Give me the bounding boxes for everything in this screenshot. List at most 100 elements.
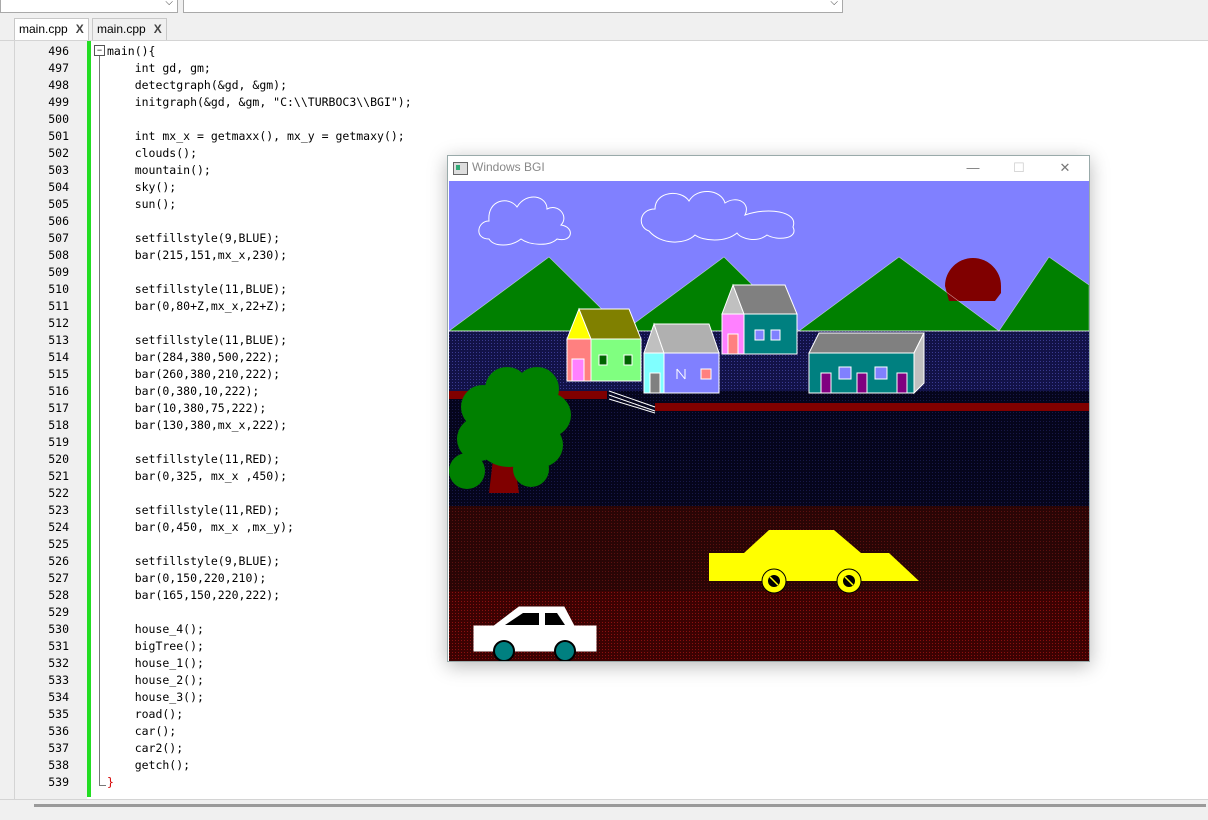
line-number: 498: [48, 78, 69, 92]
code-line[interactable]: int mx_x = getmaxx(), mx_y = getmaxy();: [107, 128, 405, 145]
code-line[interactable]: }: [107, 774, 114, 791]
road-divider-right: [655, 403, 1089, 411]
line-number: 511: [48, 299, 69, 313]
line-number: 506: [48, 214, 69, 228]
house-4: [808, 332, 925, 395]
code-line[interactable]: setfillstyle(11,BLUE);: [107, 332, 287, 349]
line-number: 519: [48, 435, 69, 449]
bgi-scene-canvas: [449, 181, 1089, 661]
horizontal-scrollbar[interactable]: [0, 799, 1208, 820]
code-line[interactable]: setfillstyle(11,RED);: [107, 451, 280, 468]
code-line[interactable]: bar(165,150,220,222);: [107, 587, 280, 604]
bgi-graphics-window[interactable]: Windows BGI — ☐ ✕: [447, 155, 1090, 662]
line-number: 535: [48, 707, 69, 721]
house-1: [566, 307, 642, 382]
line-number: 533: [48, 673, 69, 687]
window-app-icon: [453, 162, 468, 175]
code-line[interactable]: house_3();: [107, 689, 204, 706]
code-line[interactable]: sky();: [107, 179, 177, 196]
tab-main-cpp-2[interactable]: main.cpp X: [92, 18, 167, 40]
code-line[interactable]: bar(284,380,500,222);: [107, 349, 280, 366]
line-number: 518: [48, 418, 69, 432]
line-number: 539: [48, 775, 69, 789]
line-number: 505: [48, 197, 69, 211]
code-line[interactable]: house_2();: [107, 672, 204, 689]
maximize-button[interactable]: ☐: [997, 158, 1041, 178]
code-line[interactable]: initgraph(&gd, &gm, "C:\\TURBOC3\\BGI");: [107, 94, 412, 111]
editor-left-margin: [0, 41, 15, 799]
tab-main-cpp-1[interactable]: main.cpp X: [14, 18, 89, 40]
code-line[interactable]: int gd, gm;: [107, 60, 211, 77]
function-combo[interactable]: ⌵: [183, 0, 843, 13]
line-number: 520: [48, 452, 69, 466]
line-number: 516: [48, 384, 69, 398]
line-number: 502: [48, 146, 69, 160]
fold-guide: [99, 56, 100, 786]
line-number: 515: [48, 367, 69, 381]
tab-label: main.cpp: [97, 22, 146, 36]
code-line[interactable]: bar(215,151,mx_x,230);: [107, 247, 287, 264]
code-line[interactable]: bar(0,450, mx_x ,mx_y);: [107, 519, 294, 536]
code-line[interactable]: setfillstyle(9,BLUE);: [107, 553, 280, 570]
line-number: 525: [48, 537, 69, 551]
line-number: 532: [48, 656, 69, 670]
line-number: 507: [48, 231, 69, 245]
line-number: 527: [48, 571, 69, 585]
code-line[interactable]: setfillstyle(11,RED);: [107, 502, 280, 519]
code-line[interactable]: setfillstyle(9,BLUE);: [107, 230, 280, 247]
code-line[interactable]: setfillstyle(11,BLUE);: [107, 281, 287, 298]
line-number: 517: [48, 401, 69, 415]
code-line[interactable]: detectgraph(&gd, &gm);: [107, 77, 287, 94]
fold-toggle-icon[interactable]: −: [94, 45, 105, 56]
code-line[interactable]: bar(0,80+Z,mx_x,22+Z);: [107, 298, 287, 315]
line-number: 538: [48, 758, 69, 772]
house-2: [643, 322, 720, 394]
code-line[interactable]: main(){: [107, 43, 155, 60]
line-number: 504: [48, 180, 69, 194]
minimize-button[interactable]: —: [951, 158, 995, 178]
top-toolbar: ⌵ ⌵: [0, 0, 1208, 16]
close-tab-icon[interactable]: X: [154, 22, 162, 36]
code-line[interactable]: getch();: [107, 757, 190, 774]
line-number: 528: [48, 588, 69, 602]
line-number: 512: [48, 316, 69, 330]
code-line[interactable]: car2();: [107, 740, 183, 757]
bgi-title-bar[interactable]: Windows BGI — ☐ ✕: [448, 156, 1089, 181]
code-line[interactable]: house_4();: [107, 621, 204, 638]
close-tab-icon[interactable]: X: [76, 22, 84, 36]
code-line[interactable]: house_1();: [107, 655, 204, 672]
line-number: 522: [48, 486, 69, 500]
line-number: 513: [48, 333, 69, 347]
code-line[interactable]: mountain();: [107, 162, 211, 179]
code-line[interactable]: bar(0,325, mx_x ,450);: [107, 468, 287, 485]
code-line[interactable]: car();: [107, 723, 177, 740]
close-window-button[interactable]: ✕: [1043, 158, 1087, 178]
code-line[interactable]: bar(10,380,75,222);: [107, 400, 267, 417]
code-line[interactable]: sun();: [107, 196, 177, 213]
code-line[interactable]: bigTree();: [107, 638, 204, 655]
house-3: [721, 283, 798, 355]
line-number: 536: [48, 724, 69, 738]
line-number: 537: [48, 741, 69, 755]
line-number: 526: [48, 554, 69, 568]
line-number: 510: [48, 282, 69, 296]
scrollbar-thumb[interactable]: [34, 804, 1206, 807]
code-line[interactable]: bar(260,380,210,222);: [107, 366, 280, 383]
code-line[interactable]: bar(0,380,10,222);: [107, 383, 260, 400]
tab-label: main.cpp: [19, 22, 68, 36]
line-number: 508: [48, 248, 69, 262]
code-line[interactable]: bar(0,150,220,210);: [107, 570, 267, 587]
chevron-down-icon[interactable]: ⌵: [830, 0, 838, 8]
line-number: 509: [48, 265, 69, 279]
chevron-down-icon[interactable]: ⌵: [165, 0, 173, 8]
code-line[interactable]: bar(130,380,mx_x,222);: [107, 417, 287, 434]
line-number: 501: [48, 129, 69, 143]
code-line[interactable]: clouds();: [107, 145, 197, 162]
line-number: 529: [48, 605, 69, 619]
line-number: 514: [48, 350, 69, 364]
code-line[interactable]: road();: [107, 706, 183, 723]
line-number: 534: [48, 690, 69, 704]
class-combo[interactable]: ⌵: [0, 0, 178, 13]
bgi-window-title: Windows BGI: [472, 160, 545, 174]
line-number: 503: [48, 163, 69, 177]
